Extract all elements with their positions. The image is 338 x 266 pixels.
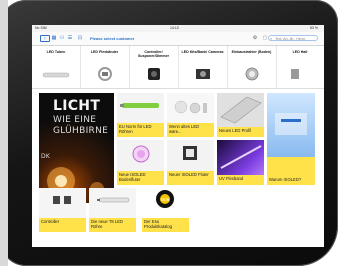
search-input[interactable]: ⌕ Text, Art.-Nr., Herst. — [268, 35, 318, 41]
tube-image — [120, 103, 159, 108]
category-einbaustrahler[interactable]: Einbaustrahler (Boden) — [227, 46, 277, 88]
catalog-logo-text: ESTB — [160, 198, 170, 202]
carrier-label: No SIM — [35, 26, 47, 30]
background-edge — [0, 0, 8, 266]
profile-image — [220, 96, 262, 124]
category-label: Controller/ Susponer/Dimmer — [138, 50, 169, 58]
category-label: LED Flexbänder — [90, 50, 119, 54]
fluter-image — [183, 146, 197, 160]
tile-caption: Der Esu Produktkatalog — [142, 218, 189, 232]
isoled-promo-image — [275, 113, 307, 135]
cart-icon[interactable]: ⊡ — [75, 35, 85, 41]
tile-caption: Neuer ISOLED Fluter — [167, 171, 214, 185]
tube-icon — [42, 72, 70, 78]
bulb-image — [174, 100, 207, 114]
category-led-flexbaender[interactable]: LED Flexbänder — [80, 46, 130, 88]
category-controller[interactable]: Controller/ Susponer/Dimmer — [129, 46, 179, 88]
tile-fluter[interactable]: Neuer ISOLED Fluter — [167, 140, 214, 185]
tile-eu-norm[interactable]: EU Norm für LED Röhren — [117, 93, 164, 137]
settings-icon[interactable]: ⚙ — [252, 35, 258, 41]
controller-icon — [147, 68, 160, 80]
hero-corner-text: DK — [41, 153, 51, 160]
spotlight-icon — [245, 67, 258, 81]
camera-icon — [195, 69, 210, 79]
tile-bodenfluter[interactable]: Neue ISOLED Bodenfluter — [117, 140, 164, 185]
wifi-icon[interactable]: ⚐ — [40, 35, 50, 42]
search-icon: ⌕ — [270, 36, 273, 41]
status-bar: No SIM 14:13 53 % — [32, 25, 324, 32]
tile-controller[interactable]: Controller — [39, 188, 86, 232]
app-screen: No SIM 14:13 53 % ⚐ ▦ ⚇ ☰ ⊡ Please selec… — [32, 25, 324, 247]
uv-strip-image — [220, 145, 262, 169]
catalog-logo-icon: ESTB — [156, 190, 174, 208]
tile-led-profil[interactable]: Neues LED Profil — [217, 93, 264, 137]
user-icon[interactable]: ⚇ — [59, 35, 65, 41]
tile-caption: Neue ISOLED Bodenfluter — [117, 171, 164, 185]
category-led-tuben[interactable]: LED Tuben — [32, 46, 81, 88]
controller-image — [53, 196, 71, 204]
tile-caption: Neues LED Profil — [217, 127, 264, 137]
tile-produktkatalog[interactable]: ESTB Der Esu Produktkatalog — [142, 188, 189, 232]
tile-warum-isoled[interactable]: Warum ISOLED? — [267, 93, 315, 185]
tile-caption: EU Norm für LED Röhren — [117, 123, 164, 137]
category-label: LED Kits/Bank/ Cameras — [181, 50, 224, 54]
tile-caption: Wenn altes LED wäre... — [167, 123, 214, 137]
tile-caption: Warum ISOLED? — [267, 157, 315, 185]
hero-title-line1: LICHT — [53, 98, 101, 114]
tile-t8-roehre[interactable]: Die neue T8 LED Röhre — [89, 188, 136, 232]
hero-banner[interactable]: LICHT WIE EINE GLÜHBIRNE DK — [39, 93, 114, 203]
list-icon[interactable]: ☰ — [67, 35, 73, 41]
category-led-hall[interactable]: LED Hall — [276, 46, 324, 88]
tile-altes-led[interactable]: Wenn altes LED wäre... — [167, 93, 214, 137]
floodlight-image — [132, 145, 150, 163]
tile-caption: UV Flexband — [217, 175, 264, 185]
category-row: LED Tuben LED Flexbänder Controller/ Sus… — [32, 46, 324, 89]
hero-title-line2: WIE EINE — [53, 115, 97, 125]
flexstrip-icon — [97, 67, 112, 81]
category-label: LED Hall — [292, 50, 308, 54]
t8-tube-image — [97, 197, 130, 203]
clock: 14:13 — [170, 26, 179, 30]
grid-icon[interactable]: ▦ — [51, 35, 57, 41]
hall-light-icon — [291, 69, 299, 79]
category-label: LED Tuben — [46, 50, 66, 54]
search-placeholder: Text, Art.-Nr., Herst. — [275, 37, 306, 41]
tile-uv-flexband[interactable]: UV Flexband — [217, 140, 264, 185]
toolbar: ⚐ ▦ ⚇ ☰ ⊡ Please select customer ⚙ ▢ ⌕ T… — [32, 32, 324, 46]
tile-caption: Controller — [39, 218, 86, 232]
hero-title-line3: GLÜHBIRNE — [53, 126, 109, 136]
battery-label: 53 % — [310, 26, 318, 30]
category-led-kits[interactable]: LED Kits/Bank/ Cameras — [178, 46, 228, 88]
category-label: Einbaustrahler (Boden) — [231, 50, 272, 54]
customer-select-link[interactable]: Please select customer — [90, 36, 134, 41]
tile-caption: Die neue T8 LED Röhre — [89, 218, 136, 232]
